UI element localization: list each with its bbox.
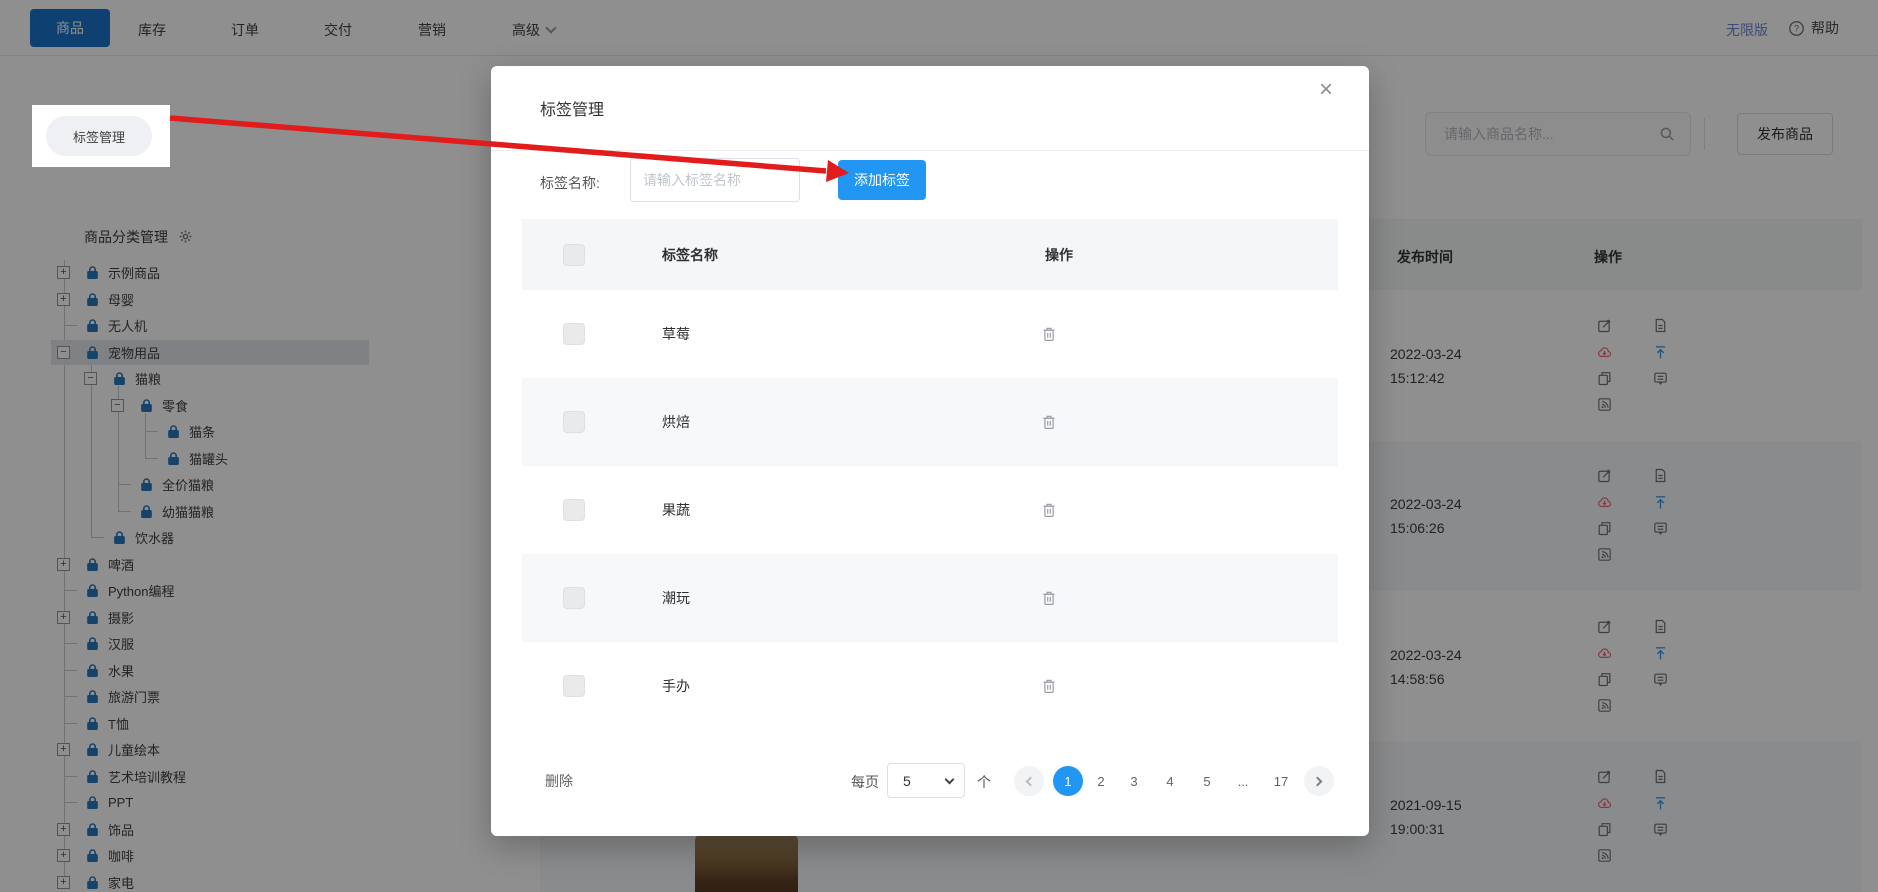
trash-icon[interactable] [1040, 413, 1058, 431]
trash-icon[interactable] [1040, 325, 1058, 343]
tag-name: 潮玩 [662, 590, 690, 606]
tag-row: 烘焙 [522, 378, 1338, 466]
chevron-left-icon [1025, 776, 1036, 786]
tag-name-input[interactable] [630, 158, 800, 202]
next-page-button[interactable] [1304, 766, 1334, 796]
row-checkbox[interactable] [563, 499, 585, 521]
tag-manager-modal: 标签管理 × 标签名称: 添加标签 标签名称 操作 草莓 烘焙 [491, 66, 1369, 836]
tag-name: 手办 [662, 678, 690, 694]
tag-name: 草莓 [662, 326, 690, 342]
page-button-2[interactable]: 2 [1086, 766, 1116, 796]
page-button-5[interactable]: 5 [1192, 766, 1222, 796]
add-tag-button[interactable]: 添加标签 [838, 160, 926, 200]
page-ellipsis[interactable]: ... [1228, 766, 1258, 796]
row-checkbox[interactable] [563, 675, 585, 697]
page-button-17[interactable]: 17 [1266, 766, 1296, 796]
tag-manager-button[interactable]: 标签管理 [46, 116, 152, 156]
select-all-checkbox[interactable] [563, 243, 585, 266]
tag-name-label: 标签名称: [540, 175, 600, 191]
per-page-unit: 个 [977, 774, 991, 790]
chevron-right-icon [1312, 776, 1323, 786]
tag-table-header: 标签名称 操作 [522, 219, 1338, 290]
page-button-3[interactable]: 3 [1119, 766, 1149, 796]
per-page-select[interactable]: 5 [887, 763, 965, 798]
tag-row: 草莓 [522, 290, 1338, 378]
row-checkbox[interactable] [563, 587, 585, 609]
column-tag-name: 标签名称 [662, 246, 718, 263]
tag-row: 果蔬 [522, 466, 1338, 554]
trash-icon[interactable] [1040, 501, 1058, 519]
tag-name: 烘焙 [662, 414, 690, 430]
chevron-down-icon [944, 774, 955, 785]
spotlight-box: 标签管理 [32, 105, 170, 167]
column-actions: 操作 [1045, 246, 1073, 263]
tag-table: 标签名称 操作 草莓 烘焙 果蔬 潮玩 手办 [522, 219, 1338, 730]
trash-icon[interactable] [1040, 589, 1058, 607]
per-page-label: 每页 [851, 774, 879, 790]
page-button-4[interactable]: 4 [1155, 766, 1185, 796]
trash-icon[interactable] [1040, 677, 1058, 695]
modal-divider [491, 150, 1369, 151]
row-checkbox[interactable] [563, 323, 585, 345]
tag-row: 潮玩 [522, 554, 1338, 642]
per-page-value: 5 [903, 772, 911, 789]
tag-name: 果蔬 [662, 502, 690, 518]
modal-title: 标签管理 [540, 102, 605, 119]
delete-selected-button[interactable]: 删除 [545, 771, 573, 791]
page-button-1[interactable]: 1 [1053, 766, 1083, 796]
prev-page-button[interactable] [1014, 766, 1044, 796]
row-checkbox[interactable] [563, 411, 585, 433]
close-icon[interactable]: × [1319, 78, 1333, 102]
app-window: 商品 库存 订单 交付 营销 高级 无限版 帮助 商品分类管理 + 示例商品 + 母… [0, 0, 1878, 892]
tag-row: 手办 [522, 642, 1338, 730]
